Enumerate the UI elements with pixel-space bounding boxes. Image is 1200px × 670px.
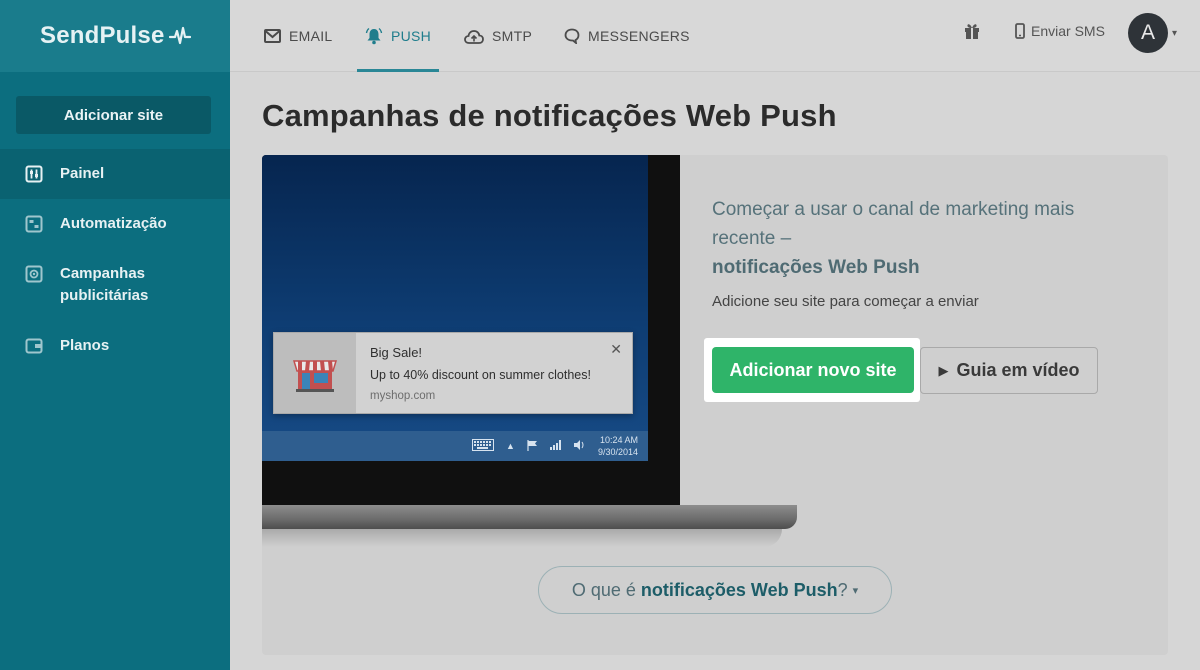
send-sms-label: Enviar SMS — [1031, 23, 1105, 39]
volume-icon — [573, 440, 586, 452]
gift-button[interactable] — [963, 0, 981, 62]
phone-icon — [1015, 23, 1025, 39]
add-site-button[interactable]: Adicionar site — [16, 96, 211, 134]
sliders-icon — [24, 163, 44, 185]
top-navigation: EMAIL PUSH SMTP MESSENGERS Enviar SMS A … — [230, 0, 1200, 72]
sidebar-nav: Painel Automatização Campanhas publicitá… — [0, 149, 230, 371]
chat-bubble-icon — [564, 28, 580, 44]
notification-body: Up to 40% discount on summer clothes! — [370, 368, 591, 382]
sidebar-item-campanhas-publicitarias[interactable]: Campanhas publicitárias — [0, 249, 230, 321]
flag-icon — [527, 439, 538, 453]
clock-date: 9/30/2014 — [597, 447, 638, 457]
clock-time: 10:24 AM — [599, 435, 638, 445]
chevron-down-icon: ▾ — [852, 584, 859, 597]
page-title: Campanhas de notificações Web Push — [262, 98, 837, 133]
tab-label: PUSH — [391, 28, 432, 44]
tab-push[interactable]: PUSH — [356, 0, 440, 72]
chevron-down-icon[interactable]: ▾ — [1172, 28, 1177, 39]
sidebar-item-planos[interactable]: Planos — [0, 321, 230, 371]
logo[interactable]: SendPulse — [40, 22, 191, 50]
bell-icon — [365, 27, 383, 45]
video-guide-button[interactable]: ▶ Guia em vídeo — [920, 347, 1098, 394]
envelope-icon — [264, 29, 281, 43]
pulse-icon — [168, 26, 191, 45]
notification-title: Big Sale! — [370, 345, 423, 360]
taskbar-clock: 10:24 AM 9/30/2014 — [598, 434, 638, 458]
what-is-web-push-toggle[interactable]: O que é notificações Web Push? ▾ — [538, 566, 892, 614]
sidebar-item-label: Campanhas publicitárias — [60, 265, 149, 304]
wallet-icon — [24, 335, 44, 357]
chevron-up-icon: ▲ — [506, 441, 515, 451]
faq-suffix: ? — [837, 579, 848, 600]
signal-icon — [549, 440, 562, 452]
laptop-base — [262, 505, 797, 529]
send-sms-button[interactable]: Enviar SMS — [1015, 0, 1105, 62]
tab-smtp[interactable]: SMTP — [464, 0, 532, 72]
video-guide-label: Guia em vídeo — [956, 360, 1080, 380]
intro-strong: notificações Web Push — [712, 257, 920, 278]
faq-strong: notificações Web Push — [640, 579, 838, 600]
tab-email[interactable]: EMAIL — [264, 0, 333, 72]
laptop-shadow — [262, 529, 782, 547]
system-tray: ▲ 10:24 AM 9/30/2014 — [472, 431, 638, 461]
gift-icon — [965, 24, 979, 39]
logo-text: SendPulse — [40, 22, 165, 49]
sidebar-item-label: Painel — [60, 165, 105, 182]
cloud-upload-icon — [464, 29, 484, 44]
tab-label: MESSENGERS — [588, 28, 690, 44]
sidebar: SendPulse Adicionar site Painel Automati… — [0, 0, 230, 670]
web-push-intro-card: Big Sale! Up to 40% discount on summer c… — [262, 155, 1168, 655]
sidebar-item-automatizacao[interactable]: Automatização — [0, 199, 230, 249]
avatar[interactable]: A — [1128, 13, 1168, 53]
add-new-site-button[interactable]: Adicionar novo site — [712, 347, 914, 393]
play-icon: ▶ — [938, 362, 949, 378]
intro-subtitle: Adicione seu site para começar a enviar — [712, 293, 979, 310]
tab-label: SMTP — [492, 28, 533, 44]
automation-icon — [24, 213, 44, 235]
keyboard-icon — [472, 439, 495, 453]
campaign-icon — [24, 263, 44, 285]
notification-url: myshop.com — [370, 390, 436, 402]
shop-icon — [274, 333, 356, 413]
taskbar: ▲ 10:24 AM 9/30/2014 — [262, 431, 648, 461]
laptop-illustration: Big Sale! Up to 40% discount on summer c… — [262, 155, 680, 505]
intro-line: Começar a usar o canal de marketing mais… — [712, 199, 1075, 249]
tab-messengers[interactable]: MESSENGERS — [564, 0, 690, 72]
sample-push-notification: Big Sale! Up to 40% discount on summer c… — [273, 332, 633, 414]
logo-bar: SendPulse — [0, 0, 230, 72]
sidebar-item-label: Automatização — [60, 215, 167, 232]
intro-text: Começar a usar o canal de marketing mais… — [712, 195, 1132, 282]
desktop-screen: Big Sale! Up to 40% discount on summer c… — [262, 155, 648, 461]
tab-label: EMAIL — [289, 28, 333, 44]
sidebar-item-painel[interactable]: Painel — [0, 149, 230, 199]
sidebar-item-label: Planos — [60, 337, 110, 354]
close-icon: ✕ — [610, 341, 622, 357]
faq-prefix: O que é — [571, 579, 636, 600]
